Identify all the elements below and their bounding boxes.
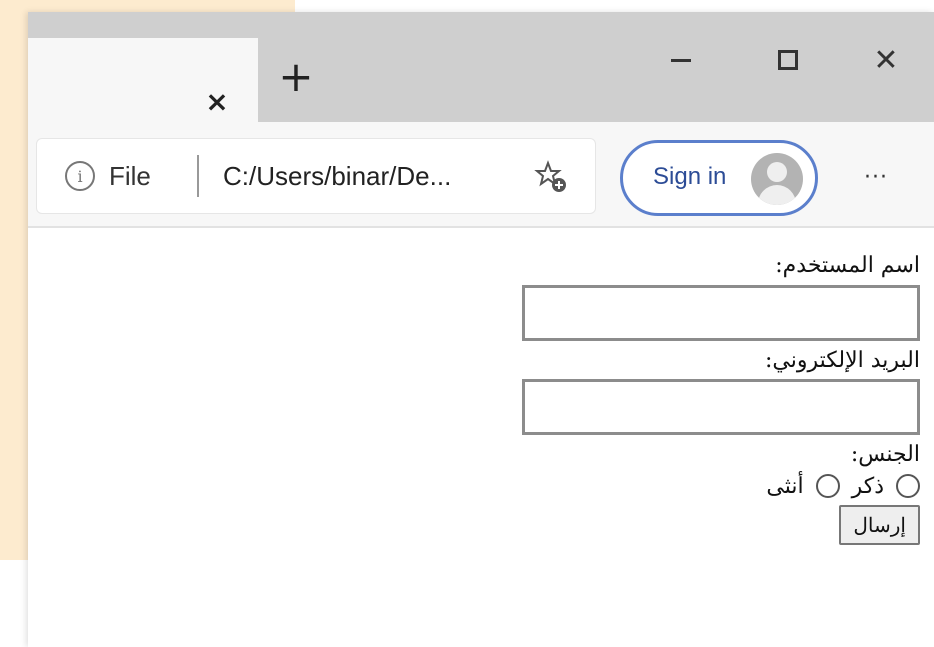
email-input[interactable] [522,379,920,436]
info-icon[interactable]: i [65,161,95,191]
browser-window: × + ✕ i File C:/Users/binar/De... Sign i… [28,12,934,647]
gender-male-radio[interactable] [896,474,920,499]
close-icon: ✕ [873,42,899,78]
minimize-icon [671,58,691,62]
scheme-label: File [109,161,151,191]
page-content: اسم المستخدم: البريد الإلكتروني: الجنس: … [28,230,934,647]
url-text[interactable]: C:/Users/binar/De... [223,161,451,192]
avatar-icon [751,153,803,205]
tab-close-icon[interactable]: × [202,85,232,118]
registration-form: اسم المستخدم: البريد الإلكتروني: الجنس: … [520,252,920,545]
minimize-button[interactable] [661,40,701,80]
gender-female-label: أنثى [766,473,804,499]
gender-label: الجنس: [850,442,920,468]
toolbar: i File C:/Users/binar/De... Sign in ··· [28,122,934,228]
sign-in-label: Sign in [653,163,727,190]
email-label: البريد الإلكتروني: [764,347,920,373]
new-tab-icon[interactable]: + [276,52,316,101]
browser-tab[interactable]: × [28,38,258,122]
submit-button[interactable]: إرسال [839,504,920,545]
sign-in-button[interactable]: Sign in [620,140,818,216]
close-window-button[interactable]: ✕ [866,40,906,80]
username-input[interactable] [522,284,920,341]
star-add-icon[interactable] [531,157,571,197]
gender-male-label: ذكر [851,473,884,499]
maximize-button[interactable] [768,40,808,80]
title-bar: × + ✕ [28,12,934,122]
address-bar[interactable]: i File C:/Users/binar/De... [36,138,596,214]
more-options-icon[interactable]: ··· [856,162,896,192]
address-divider [197,155,199,197]
username-label: اسم المستخدم: [775,253,920,278]
maximize-icon [778,50,798,70]
gender-options: ذكر أنثى [520,474,920,499]
gender-female-radio[interactable] [815,474,840,499]
